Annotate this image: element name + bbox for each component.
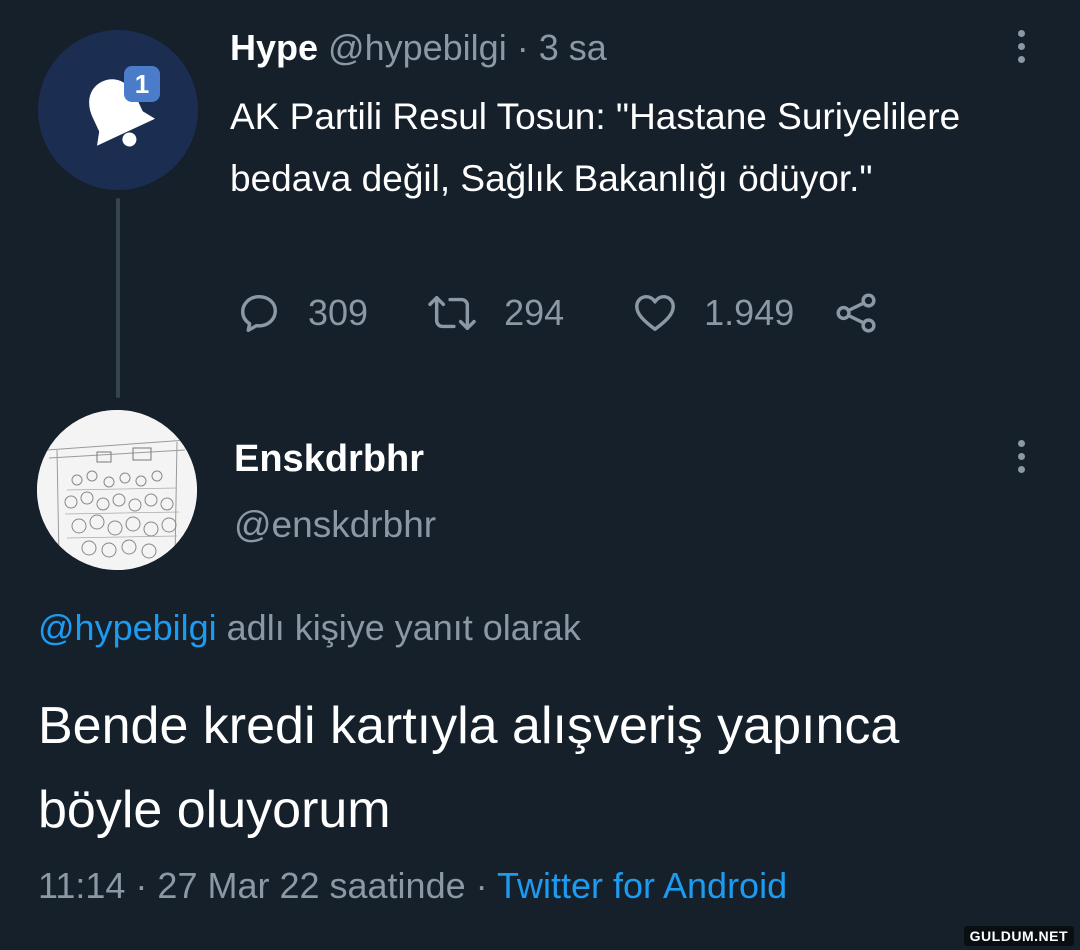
tweet-time[interactable]: 11:14 (38, 865, 125, 906)
retweet-icon (428, 295, 476, 331)
replying-to: @hypebilgi adlı kişiye yanıt olarak (38, 604, 581, 652)
meta-separator-2: · (465, 865, 497, 906)
reply-tweet-text: Bende kredi kartıyla alışveriş yapınca b… (38, 697, 900, 839)
like-count: 1.949 (704, 292, 795, 333)
enskdrbhr-avatar[interactable] (37, 410, 197, 570)
header-separator: · (516, 27, 529, 68)
retweet-count: 294 (504, 292, 565, 333)
replying-to-suffix: adlı kişiye yanıt olarak (216, 607, 581, 648)
parent-author-name[interactable]: Hype (230, 27, 318, 68)
parent-tweet-actions: 309 294 1.949 (236, 288, 880, 338)
retweet-action[interactable]: 294 (426, 290, 564, 336)
reply-count: 309 (308, 292, 369, 333)
crowd-sketch-image (37, 410, 197, 570)
heart-icon (635, 294, 676, 332)
reply-author-handle[interactable]: @enskdrbhr (234, 502, 436, 548)
hype-avatar[interactable]: 1 (38, 30, 198, 190)
watermark: GULDUM.NET (963, 926, 1074, 946)
thread-connector-line (116, 198, 120, 398)
like-action[interactable]: 1.949 (632, 290, 794, 336)
tweet-source-link[interactable]: Twitter for Android (497, 865, 787, 906)
reply-action[interactable]: 309 (236, 290, 368, 336)
share-icon (836, 293, 876, 333)
parent-tweet-text: AK Partili Resul Tosun: "Hastane Suriyel… (230, 96, 961, 199)
replying-to-handle-link[interactable]: @hypebilgi (38, 607, 217, 648)
parent-tweet-header: Hype @hypebilgi · 3 sa (230, 26, 607, 70)
reply-more-options-icon[interactable] (1009, 436, 1033, 476)
reply-author-name[interactable]: Enskdrbhr (234, 436, 424, 482)
notification-badge-count: 1 (135, 69, 149, 99)
parent-more-options-icon[interactable] (1009, 26, 1033, 66)
parent-time-ago[interactable]: 3 sa (539, 27, 607, 68)
tweet-date[interactable]: 27 Mar 22 saatinde (157, 865, 465, 906)
reply-icon (240, 294, 278, 332)
meta-separator-1: · (125, 865, 158, 906)
share-action[interactable] (834, 290, 880, 336)
parent-handle[interactable]: @hypebilgi (328, 27, 507, 68)
tweet-meta: 11:14 · 27 Mar 22 saatinde · Twitter for… (38, 862, 787, 910)
bell-icon: 1 (89, 66, 160, 147)
